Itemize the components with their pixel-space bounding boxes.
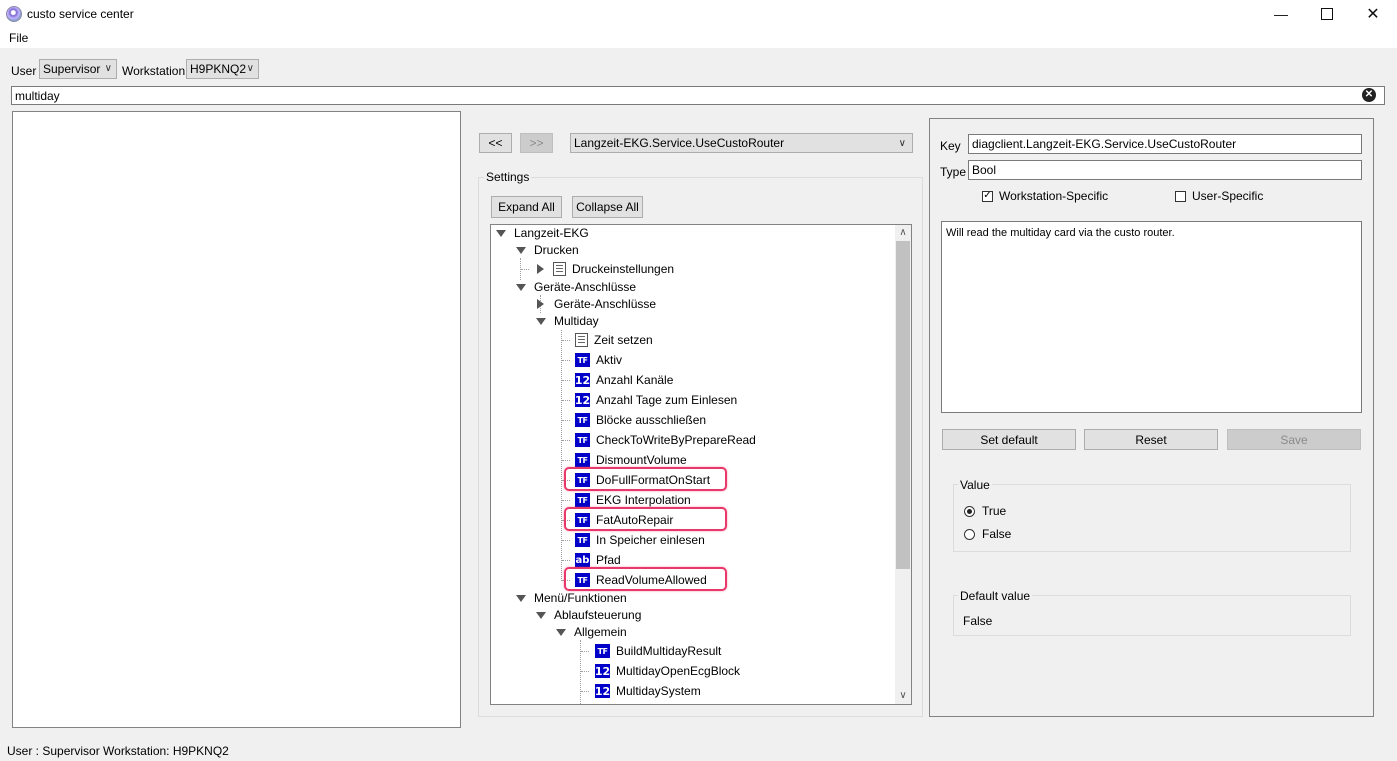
- tree-node-allgemein[interactable]: Allgemein: [556, 623, 627, 641]
- tree-node-druckeinstellungen[interactable]: Druckeinstellungen: [537, 260, 674, 278]
- workstation-select-value: H9PKNQ2: [190, 62, 247, 76]
- number-icon: 12: [594, 664, 611, 678]
- highlight-readvolumeallowed: [564, 567, 727, 591]
- tree-node-menue-funktionen[interactable]: Menü/Funktionen: [516, 589, 627, 607]
- user-label: User: [11, 64, 37, 78]
- scroll-up-icon[interactable]: ∧: [895, 225, 911, 241]
- tree-leaf-in-speicher-einlesen[interactable]: TF In Speicher einlesen: [575, 531, 705, 549]
- number-icon: 12: [574, 373, 591, 387]
- reset-button[interactable]: Reset: [1084, 429, 1218, 450]
- user-select-value: Supervisor: [43, 62, 101, 76]
- key-label: Key: [940, 139, 961, 153]
- highlight-fatautorepair: [564, 507, 727, 531]
- expanded-arrow-icon[interactable]: [556, 628, 566, 636]
- tree-node-multiday[interactable]: Multiday: [536, 312, 599, 330]
- tree-scroll-thumb[interactable]: [896, 241, 910, 569]
- highlight-dofullformatonstart: [564, 467, 727, 491]
- checkbox-icon[interactable]: [1175, 190, 1186, 202]
- expanded-arrow-icon[interactable]: [516, 246, 526, 254]
- forward-button[interactable]: >>: [520, 133, 553, 153]
- app-logo-icon: [6, 6, 22, 22]
- search-input[interactable]: multiday: [11, 86, 1385, 105]
- collapsed-arrow-icon[interactable]: [537, 299, 544, 309]
- settings-group-label: Settings: [484, 170, 532, 184]
- tree-leaf-aktiv[interactable]: TF Aktiv: [575, 351, 622, 369]
- tree-node-langzeit-ekg[interactable]: Langzeit-EKG: [496, 224, 589, 242]
- tree-leaf-anzahl-kanaele[interactable]: 12 Anzahl Kanäle: [575, 371, 673, 389]
- title-bar: [0, 0, 1397, 28]
- collapse-all-button[interactable]: Collapse All: [572, 196, 643, 218]
- tree-node-geraete-anschluesse[interactable]: Geräte-Anschlüsse: [516, 278, 636, 296]
- setting-path-select[interactable]: Langzeit-EKG.Service.UseCustoRouter ∨: [570, 133, 913, 153]
- tree-leaf-multidaysystem[interactable]: 12 MultidaySystem: [595, 682, 701, 700]
- expanded-arrow-icon[interactable]: [516, 594, 526, 602]
- default-value-group-label: Default value: [958, 589, 1033, 603]
- user-select[interactable]: Supervisor ∨: [39, 59, 117, 79]
- menu-bar: [0, 28, 1397, 48]
- radio-icon[interactable]: [964, 528, 975, 540]
- boolean-icon: TF: [575, 413, 590, 427]
- workstation-label: Workstation: [122, 64, 186, 78]
- workstation-specific-checkbox[interactable]: ✓ Workstation-Specific: [982, 189, 1108, 203]
- tree-leaf-bloecke-ausschliessen[interactable]: TF Blöcke ausschließen: [575, 411, 706, 429]
- minimize-icon[interactable]: —: [1258, 0, 1304, 28]
- status-bar: User : Supervisor Workstation: H9PKNQ2: [7, 744, 229, 758]
- document-icon: [575, 333, 588, 347]
- value-group: [953, 484, 1351, 552]
- boolean-icon: TF: [575, 533, 590, 547]
- tree-leaf-multidayopenecgblock[interactable]: 12 MultidayOpenEcgBlock: [595, 662, 740, 680]
- boolean-icon: TF: [595, 644, 610, 658]
- tree-node-ablaufsteuerung[interactable]: Ablaufsteuerung: [536, 606, 641, 624]
- boolean-icon: TF: [575, 433, 590, 447]
- results-list[interactable]: [12, 111, 461, 728]
- boolean-icon: TF: [575, 453, 590, 467]
- number-icon: 12: [594, 684, 611, 698]
- boolean-icon: TF: [575, 353, 590, 367]
- number-icon: 12: [574, 393, 591, 407]
- menu-file[interactable]: File: [9, 31, 28, 45]
- set-default-button[interactable]: Set default: [942, 429, 1076, 450]
- tree-node-geraete-anschluesse-sub[interactable]: Geräte-Anschlüsse: [537, 295, 656, 313]
- scroll-down-icon[interactable]: ∨: [895, 688, 911, 704]
- user-specific-checkbox[interactable]: User-Specific: [1175, 189, 1263, 203]
- maximize-icon[interactable]: [1304, 0, 1350, 28]
- document-icon: [553, 262, 566, 276]
- expanded-arrow-icon[interactable]: [536, 317, 546, 325]
- default-value-text: False: [963, 614, 993, 628]
- chevron-down-icon: ∨: [246, 63, 254, 74]
- workstation-select[interactable]: H9PKNQ2 ∨: [186, 59, 259, 79]
- tree-leaf-anzahl-tage[interactable]: 12 Anzahl Tage zum Einlesen: [575, 391, 737, 409]
- value-false-radio[interactable]: False: [964, 527, 1011, 541]
- value-true-radio[interactable]: True: [964, 504, 1006, 518]
- tree-leaf-zeit-setzen[interactable]: Zeit setzen: [575, 331, 653, 349]
- expand-all-button[interactable]: Expand All: [491, 196, 562, 218]
- expanded-arrow-icon[interactable]: [516, 283, 526, 291]
- key-field[interactable]: diagclient.Langzeit-EKG.Service.UseCusto…: [968, 134, 1362, 154]
- clear-search-icon[interactable]: ✕: [1362, 88, 1376, 102]
- tree-leaf-buildmultidayresult[interactable]: TF BuildMultidayResult: [595, 642, 721, 660]
- chevron-down-icon: ∨: [898, 138, 906, 149]
- tree-leaf-checktowrite[interactable]: TF CheckToWriteByPrepareRead: [575, 431, 756, 449]
- collapsed-arrow-icon[interactable]: [537, 264, 544, 274]
- description-textarea[interactable]: Will read the multiday card via the cust…: [941, 221, 1362, 413]
- back-button[interactable]: <<: [479, 133, 512, 153]
- type-label: Type: [940, 165, 967, 179]
- boolean-icon: TF: [575, 493, 590, 507]
- setting-path-value: Langzeit-EKG.Service.UseCustoRouter: [574, 136, 785, 150]
- close-icon[interactable]: ✕: [1350, 0, 1396, 28]
- tree-node-drucken[interactable]: Drucken: [516, 241, 579, 259]
- type-field[interactable]: Bool: [968, 160, 1362, 180]
- expanded-arrow-icon[interactable]: [496, 229, 506, 237]
- expanded-arrow-icon[interactable]: [536, 611, 546, 619]
- chevron-down-icon: ∨: [104, 63, 112, 74]
- save-button[interactable]: Save: [1227, 429, 1361, 450]
- checkmark-icon[interactable]: ✓: [982, 190, 993, 202]
- radio-selected-icon[interactable]: [964, 505, 975, 517]
- string-icon: ab: [575, 553, 590, 567]
- value-group-label: Value: [958, 478, 992, 492]
- window-title: custo service center: [27, 7, 134, 21]
